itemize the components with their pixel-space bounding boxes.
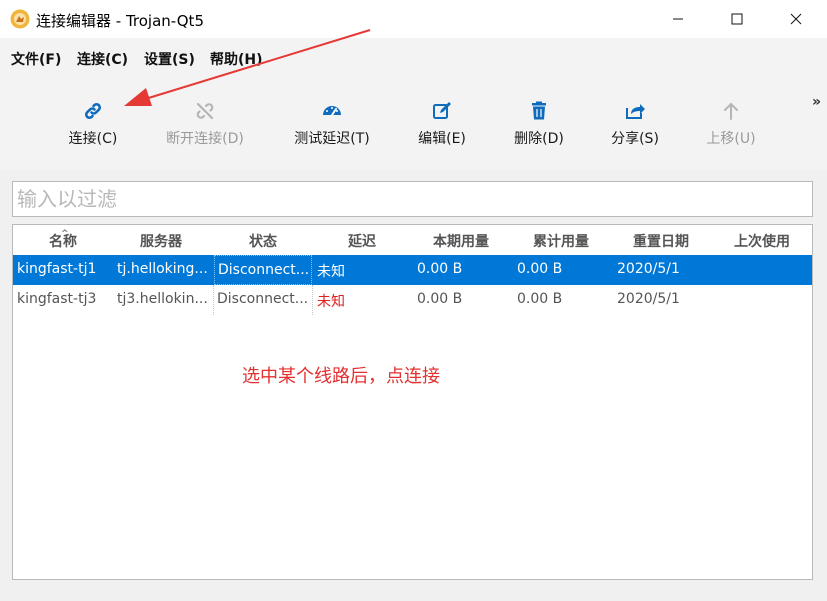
close-icon bbox=[790, 13, 802, 25]
column-header-server[interactable]: 服务器 bbox=[140, 231, 182, 251]
cell-reset-date: 2020/5/1 bbox=[617, 291, 680, 307]
trash-icon bbox=[532, 101, 546, 120]
disconnect-button[interactable]: 断开连接(D) bbox=[150, 100, 260, 152]
cell-total-usage: 0.00 B bbox=[517, 291, 563, 307]
trojan-app-icon bbox=[10, 9, 30, 29]
column-header-last-used[interactable]: 上次使用 bbox=[734, 231, 790, 251]
share-icon bbox=[626, 104, 645, 119]
connect-label: 连接(C) bbox=[68, 131, 118, 147]
delete-button[interactable]: 删除(D) bbox=[484, 100, 594, 152]
cell-latency: 未知 bbox=[317, 294, 345, 310]
column-header-total-usage[interactable]: 累计用量 bbox=[533, 231, 589, 251]
arrow-up-icon bbox=[724, 102, 738, 120]
column-divider bbox=[213, 285, 214, 315]
column-header-name[interactable]: ^ 名称 bbox=[49, 229, 77, 251]
cell-reset-date: 2020/5/1 bbox=[617, 261, 680, 277]
speedometer-icon bbox=[323, 106, 341, 116]
cell-total-usage: 0.00 B bbox=[517, 261, 563, 277]
column-header-status[interactable]: 状态 bbox=[249, 231, 277, 251]
edit-icon bbox=[433, 102, 451, 119]
minimize-icon bbox=[673, 18, 683, 20]
menu-file[interactable]: 文件(F) bbox=[11, 49, 61, 69]
column-header-latency[interactable]: 延迟 bbox=[348, 231, 376, 251]
connect-button[interactable]: 连接(C) bbox=[38, 100, 148, 152]
column-header-reset-date[interactable]: 重置日期 bbox=[633, 231, 689, 251]
menu-connection[interactable]: 连接(C) bbox=[77, 49, 128, 69]
table-header: ^ 名称 服务器 状态 延迟 本期用量 累计用量 重置日期 上次使用 bbox=[13, 225, 812, 255]
test-latency-label: 测试延迟(T) bbox=[294, 131, 370, 147]
delete-label: 删除(D) bbox=[514, 131, 564, 147]
window-bottom-edge bbox=[0, 588, 827, 601]
connection-table: ^ 名称 服务器 状态 延迟 本期用量 累计用量 重置日期 上次使用 kingf… bbox=[12, 224, 813, 580]
filter-box bbox=[12, 181, 813, 217]
cell-name: kingfast-tj3 bbox=[17, 291, 97, 307]
share-button[interactable]: 分享(S) bbox=[580, 100, 690, 152]
cell-period-usage: 0.00 B bbox=[417, 291, 463, 307]
filter-input[interactable] bbox=[17, 186, 808, 212]
table-row[interactable]: kingfast-tj3 tj3.hellokin... Disconnect.… bbox=[13, 285, 812, 315]
share-label: 分享(S) bbox=[611, 131, 659, 147]
column-header-period-usage[interactable]: 本期用量 bbox=[433, 231, 489, 251]
unlink-icon bbox=[196, 102, 214, 120]
cell-status: Disconnect... bbox=[214, 255, 312, 285]
cell-status: Disconnect... bbox=[217, 291, 309, 307]
move-up-label: 上移(U) bbox=[706, 131, 756, 147]
title-bar: 连接编辑器 - Trojan-Qt5 bbox=[0, 0, 827, 38]
cell-server: tj3.hellokin... bbox=[117, 291, 208, 307]
cell-period-usage: 0.00 B bbox=[417, 261, 463, 277]
test-latency-button[interactable]: 测试延迟(T) bbox=[277, 100, 387, 152]
instruction-annotation: 选中某个线路后，点连接 bbox=[242, 366, 440, 387]
link-icon bbox=[85, 103, 101, 119]
window-title: 连接编辑器 - Trojan-Qt5 bbox=[36, 12, 204, 30]
table-row[interactable]: kingfast-tj1 tj.helloking... Disconnect.… bbox=[13, 255, 812, 285]
cell-latency: 未知 bbox=[317, 264, 345, 280]
maximize-button[interactable] bbox=[714, 0, 760, 38]
connection-editor-window: 连接编辑器 - Trojan-Qt5 文件(F) 连接(C) 设置(S) 帮助(… bbox=[0, 0, 827, 601]
move-up-button[interactable]: 上移(U) bbox=[676, 100, 786, 152]
maximize-icon bbox=[731, 13, 743, 25]
toolbar: 连接(C) 断开连接(D) 测试延迟(T) 编辑(E) 删除(D) 分享(S) … bbox=[0, 78, 827, 170]
close-button[interactable] bbox=[773, 0, 819, 38]
edit-button[interactable]: 编辑(E) bbox=[387, 100, 497, 152]
sort-indicator-icon: ^ bbox=[61, 229, 69, 239]
toolbar-overflow-button[interactable]: » bbox=[812, 94, 821, 110]
minimize-button[interactable] bbox=[655, 0, 701, 38]
menu-settings[interactable]: 设置(S) bbox=[144, 49, 195, 69]
cell-name: kingfast-tj1 bbox=[17, 261, 97, 277]
menu-help[interactable]: 帮助(H) bbox=[210, 49, 263, 69]
edit-label: 编辑(E) bbox=[418, 131, 466, 147]
column-divider bbox=[312, 285, 313, 315]
disconnect-label: 断开连接(D) bbox=[166, 131, 244, 147]
cell-server: tj.helloking... bbox=[117, 261, 208, 277]
menu-bar: 文件(F) 连接(C) 设置(S) 帮助(H) bbox=[0, 38, 827, 78]
